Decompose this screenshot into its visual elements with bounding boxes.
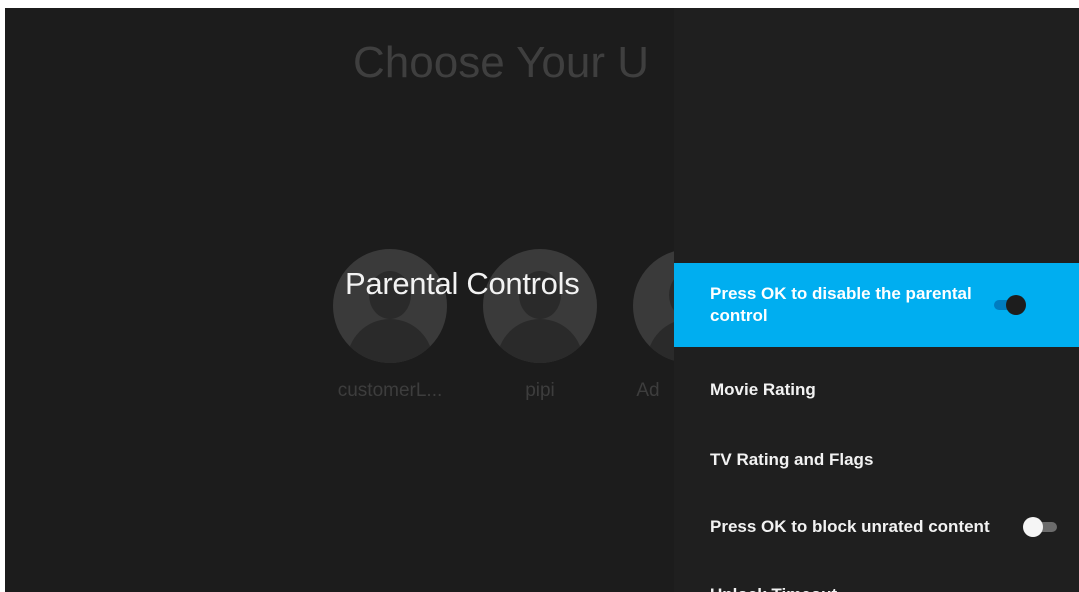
block-unrated-content-label: Press OK to block unrated content	[710, 517, 990, 536]
unlock-timeout-item[interactable]: Unlock Timeout	[674, 576, 1079, 592]
movie-rating-item[interactable]: Movie Rating	[674, 360, 1079, 420]
choose-user-title: Choose Your U	[353, 38, 649, 87]
disable-parental-control-item[interactable]: Press OK to disable the parental control	[674, 263, 1079, 347]
parental-controls-title: Parental Controls	[345, 266, 580, 301]
block-unrated-toggle[interactable]	[1023, 517, 1059, 537]
unlock-timeout-label: Unlock Timeout	[710, 584, 1079, 592]
parental-control-toggle[interactable]	[990, 295, 1026, 315]
disable-parental-control-label: Press OK to disable the parental control	[710, 284, 972, 325]
parental-controls-panel: Press OK to disable the parental control…	[674, 8, 1079, 592]
profile-chooser-screen: Choose Your U customerL... pipi Ad Paren…	[5, 8, 1079, 592]
movie-rating-label: Movie Rating	[710, 380, 816, 399]
tv-rating-flags-item[interactable]: TV Rating and Flags	[674, 430, 1079, 490]
block-unrated-content-item[interactable]: Press OK to block unrated content	[674, 497, 1079, 557]
tv-rating-flags-label: TV Rating and Flags	[710, 450, 874, 469]
profile-name-customer: customerL...	[337, 380, 443, 401]
